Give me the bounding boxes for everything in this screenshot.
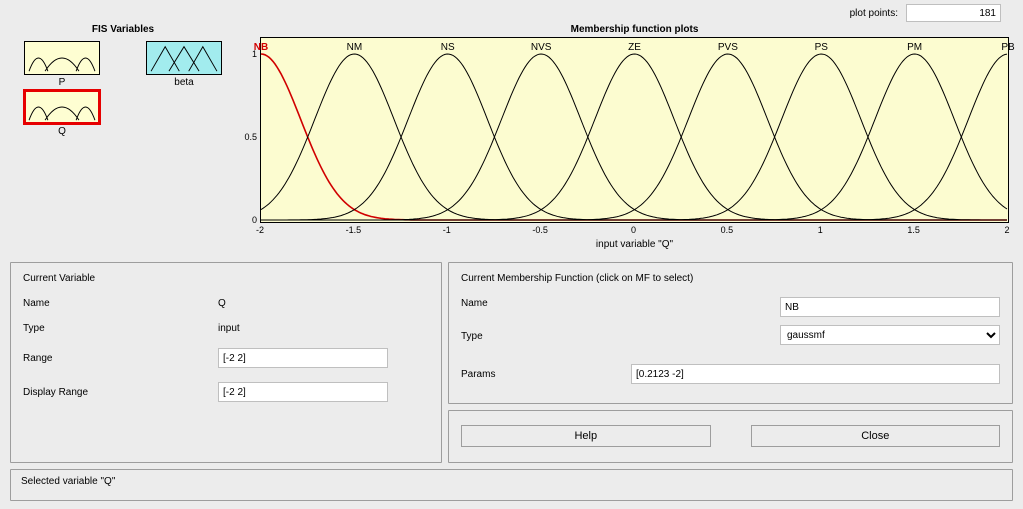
mf-type-select[interactable]: gaussmf — [780, 325, 1000, 345]
mf-label-NS[interactable]: NS — [441, 42, 455, 53]
mf-plot-title: Membership function plots — [260, 24, 1009, 35]
current-variable-title: Current Variable — [23, 273, 429, 284]
current-mf-panel: Current Membership Function (click on MF… — [448, 262, 1013, 404]
fis-variables-panel: FIS Variables Pbeta Q — [14, 24, 232, 137]
xtick: 0.5 — [721, 225, 734, 235]
fis-var-Q[interactable] — [24, 90, 100, 124]
ytick: 0.5 — [239, 132, 257, 142]
mf-label-NM[interactable]: NM — [347, 42, 363, 53]
xtick: -1 — [443, 225, 451, 235]
xtick: -1.5 — [346, 225, 362, 235]
fis-var-P[interactable] — [24, 41, 100, 75]
mf-plot-area[interactable]: Membership function plots NBNMNSNVSZEPVS… — [260, 24, 1009, 252]
xtick: 1.5 — [907, 225, 920, 235]
xtick: -0.5 — [532, 225, 548, 235]
mf-label-PB[interactable]: PB — [1001, 42, 1014, 53]
xtick: 2 — [1004, 225, 1009, 235]
fis-var-label: beta — [146, 77, 222, 88]
mf-label-NVS[interactable]: NVS — [531, 42, 552, 53]
status-bar: Selected variable "Q" — [10, 469, 1013, 501]
fis-variables-title: FIS Variables — [14, 24, 232, 35]
cv-name-label: Name — [23, 298, 218, 309]
mf-name-input[interactable] — [780, 297, 1000, 317]
mf-params-input[interactable] — [631, 364, 1000, 384]
current-variable-panel: Current Variable Name Q Type input Range… — [10, 262, 442, 463]
help-button[interactable]: Help — [461, 425, 711, 447]
mf-plot-xlabel: input variable "Q" — [260, 239, 1009, 250]
cv-type-label: Type — [23, 323, 218, 334]
plot-points-label: plot points: — [850, 8, 898, 19]
cv-range-input[interactable] — [218, 348, 388, 368]
help-close-panel: Help Close — [448, 410, 1013, 463]
ytick: 0 — [239, 215, 257, 225]
mf-label-PVS[interactable]: PVS — [718, 42, 738, 53]
mf-name-label: Name — [461, 298, 631, 309]
fis-var-label: P — [24, 77, 100, 88]
xtick: -2 — [256, 225, 264, 235]
xtick: 0 — [631, 225, 636, 235]
close-button[interactable]: Close — [751, 425, 1001, 447]
mf-params-label: Params — [461, 369, 631, 380]
fis-var-label: Q — [24, 126, 100, 137]
cv-disprange-input[interactable] — [218, 382, 388, 402]
status-text: Selected variable "Q" — [21, 476, 115, 487]
cv-range-label: Range — [23, 353, 218, 364]
plot-points-input[interactable] — [906, 4, 1001, 22]
mf-type-label: Type — [461, 331, 601, 342]
fis-var-beta[interactable] — [146, 41, 222, 75]
current-mf-title: Current Membership Function (click on MF… — [461, 273, 1000, 284]
mf-label-PS[interactable]: PS — [815, 42, 828, 53]
ytick: 1 — [239, 49, 257, 59]
cv-disprange-label: Display Range — [23, 387, 218, 398]
mf-label-PM[interactable]: PM — [907, 42, 922, 53]
xtick: 1 — [818, 225, 823, 235]
cv-name-value: Q — [218, 298, 429, 309]
cv-type-value: input — [218, 323, 429, 334]
mf-label-ZE[interactable]: ZE — [628, 42, 641, 53]
